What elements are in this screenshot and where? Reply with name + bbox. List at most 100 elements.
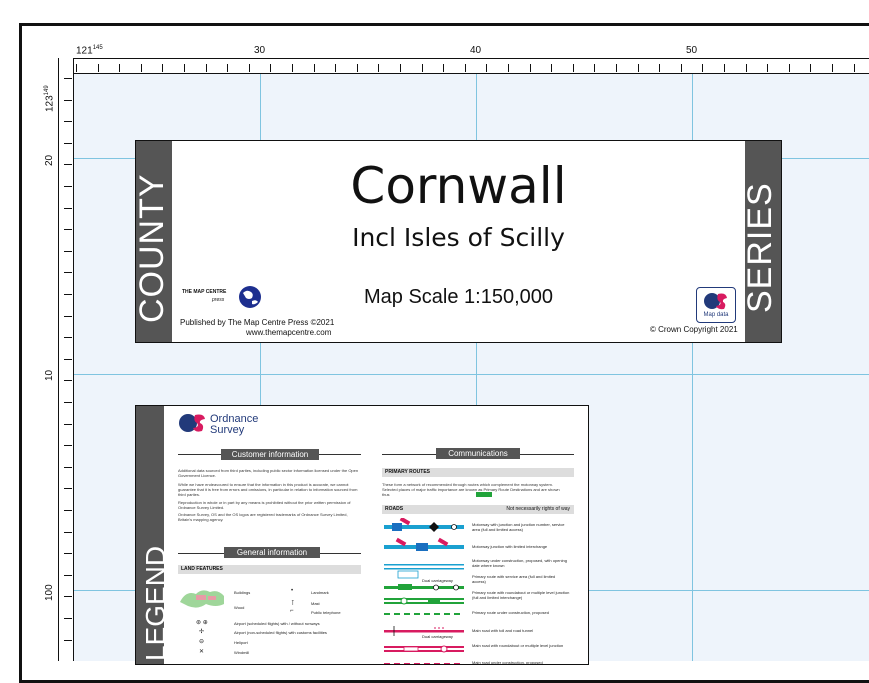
primary-routes-bar: PRIMARY ROUTES: [382, 468, 574, 477]
ruler-tick-top: [616, 64, 617, 72]
ruler-tick-left: [64, 553, 72, 555]
ruler-tick-top: [335, 64, 337, 72]
motorway-limited-symbol: [384, 537, 464, 551]
roads-note: Not necessarily rights of way: [506, 506, 570, 512]
windmill-icon: ✕: [199, 649, 205, 655]
ruler-tick-top: [637, 64, 639, 72]
left-label-123: 123149: [44, 85, 56, 112]
ruler-tick-top: [788, 64, 790, 72]
ruler-tick-top: [119, 64, 121, 72]
ruler-tick-top: [702, 64, 704, 72]
ruler-tick-left: [64, 445, 72, 447]
lf-windmill: Windmill: [234, 650, 250, 655]
ruler-tick-top: [486, 64, 488, 72]
os-brand-icon: [179, 414, 205, 432]
ruler-tick-left: [64, 618, 72, 619]
top-label-121: 121145: [76, 45, 103, 57]
ruler-tick-top: [97, 64, 99, 72]
customer-info-p4: Ordnance Survey, OS and the OS logos are…: [178, 512, 348, 522]
ruler-tick-top: [400, 64, 401, 72]
ruler-tick-left: [64, 186, 72, 187]
ruler-tick-top: [659, 64, 661, 72]
mast-icon: ⊺: [291, 600, 295, 607]
title-panel: COUNTY SERIES Cornwall Incl Isles of Sci…: [133, 140, 782, 343]
legend-panel: LEGEND Ordnance Survey Customer informat…: [135, 405, 589, 665]
heliport-icon: ⊖: [199, 639, 205, 645]
ruler-tick-top: [184, 64, 185, 72]
ruler-tick-top: [313, 64, 315, 72]
ruler-tick-left: [64, 294, 72, 295]
os-logo-icon: [704, 293, 727, 310]
road-label-3: Motorway under construction, proposed, w…: [472, 558, 567, 568]
ruler-tick-left: [64, 164, 72, 166]
crown-copyright: © Crown Copyright 2021: [650, 325, 738, 334]
ruler-tick-top: [140, 64, 142, 72]
ruler-tick-left: [64, 574, 72, 576]
lf-landmark: Landmark: [311, 590, 329, 595]
primary-destination-swatch: [476, 492, 492, 497]
ruler-tick-top: [745, 64, 747, 72]
road-label-5: Primary route with roundabout or multipl…: [472, 590, 570, 600]
ruler-tick-left: [64, 272, 72, 274]
lf-buildings: Buildings: [234, 590, 251, 595]
road-symbols: [384, 518, 464, 664]
publisher-logo-line1: THE MAP CENTRE: [182, 289, 227, 295]
grid-line-northing-10: [58, 374, 869, 375]
primary-routes-text: These form a network of recommended thro…: [382, 482, 560, 497]
ruler-tick-top: [227, 64, 229, 72]
ruler-tick-left: [64, 596, 72, 598]
ruler-tick-top: [724, 64, 725, 72]
road-label-2: Motorway junction with limited interchan…: [472, 544, 548, 549]
ruler-tick-left: [64, 639, 72, 641]
ruler-tick-top: [464, 64, 466, 72]
lf-heliport: Heliport: [234, 640, 248, 645]
publisher-website: www.themapcentre.com: [246, 328, 332, 337]
left-label-10: 10: [44, 369, 55, 381]
phone-icon: ⌐: [290, 608, 294, 614]
map-centre-press-logo: THE MAP CENTRE press: [182, 286, 302, 312]
customer-info-p1: Additional data sourced from third parti…: [178, 468, 359, 478]
primary-route-roundabout-symbol: [384, 597, 464, 605]
motorway-construction-symbol: [384, 564, 464, 579]
roads-bar: ROADS Not necessarily rights of way: [382, 505, 574, 514]
customer-info-p3: Reproduction in whole or in part by any …: [178, 500, 351, 510]
ruler-tick-left: [64, 142, 72, 144]
road-label-4: Primary route with service area (full an…: [472, 574, 556, 584]
ruler-tick-top: [162, 64, 164, 72]
landmark-icon: •: [291, 588, 294, 594]
ruler-tick-left: [64, 121, 72, 123]
ordnance-survey-brand: Ordnance Survey: [178, 412, 258, 439]
ruler-tick-left: [64, 99, 72, 101]
ruler-tick-top: [529, 64, 531, 72]
top-label-50: 50: [686, 45, 698, 56]
ruler-tick-left: [64, 229, 72, 231]
map-subtitle: Incl Isles of Scilly: [352, 223, 565, 252]
ruler-tick-left: [64, 531, 72, 533]
airport-icon: ⊛ ⊕: [196, 620, 208, 626]
ruler-tick-top: [551, 64, 553, 72]
road-label-7: Main road with toll and road tunnel: [472, 628, 534, 633]
map-title: Cornwall: [350, 157, 567, 215]
communications-heading: Communications: [436, 448, 520, 459]
ruler-tick-top: [443, 64, 445, 72]
publisher-logo-line2: press: [212, 297, 225, 303]
primary-route-symbol: [384, 584, 464, 591]
dual-carriageway-label-1: Dual carriageway: [422, 578, 453, 583]
ruler-tick-left: [64, 488, 72, 490]
lf-wood: Wood: [234, 605, 245, 610]
motorway-symbol: [384, 518, 464, 532]
lf-airport2: Airport (non-scheduled flights) with cus…: [234, 630, 327, 635]
legend-band-text: LEGEND: [140, 545, 171, 661]
road-label-8: Main road with roundabout or multiple le…: [472, 643, 564, 648]
lf-airport1: Airport (scheduled flights) with / witho…: [234, 621, 320, 626]
lf-phone: Public telephone: [311, 610, 341, 615]
ruler-tick-top: [292, 64, 293, 72]
road-label-1: Motorway with junction and junction numb…: [472, 522, 565, 532]
ruler-tick-left: [64, 423, 72, 425]
ruler-tick-top: [853, 64, 855, 72]
customer-info-heading: Customer information: [221, 449, 319, 460]
road-label-6: Primary route under construction, propos…: [472, 610, 549, 615]
general-info-heading: General information: [224, 547, 320, 558]
ruler-tick-top: [810, 64, 812, 72]
top-label-40: 40: [470, 45, 482, 56]
